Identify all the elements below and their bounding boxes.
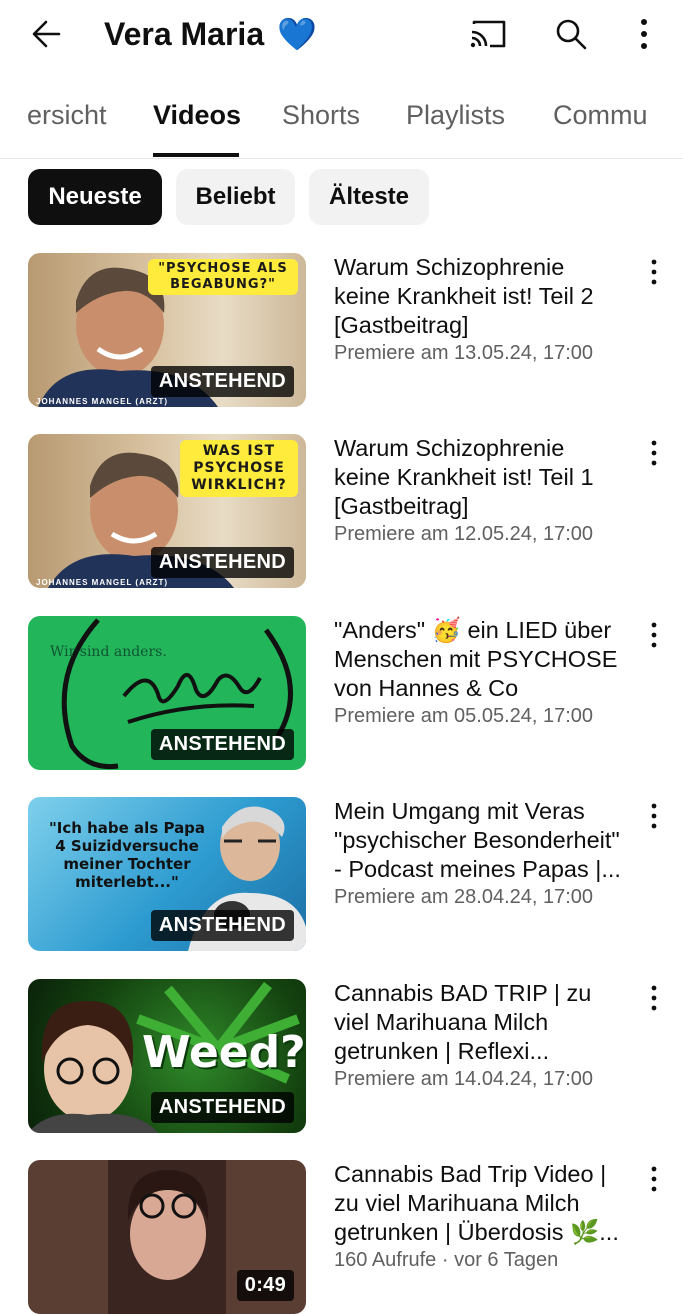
more-vertical-icon[interactable]: [640, 257, 668, 287]
video-meta: Premiere am 28.04.24, 17:00: [334, 886, 594, 908]
video-list-item[interactable]: "Ich habe als Papa 4 Suizidversuche mein…: [0, 797, 683, 953]
more-vertical-icon[interactable]: [640, 1164, 668, 1194]
channel-tabs: ersicht Videos Shorts Playlists Commu: [0, 90, 683, 159]
thumbnail-handwriting-text: Wir sind anders.: [50, 644, 167, 660]
video-thumbnail[interactable]: WAS IST PSYCHOSE WIRKLICH? JOHANNES MANG…: [28, 434, 306, 588]
chip-neueste[interactable]: Neueste: [28, 169, 162, 225]
video-list-item[interactable]: 0:49 Cannabis Bad Trip Video | zu viel M…: [0, 1160, 683, 1314]
search-icon[interactable]: [549, 14, 593, 54]
video-title[interactable]: Warum Schizophrenie keine Krankheit ist!…: [334, 434, 624, 521]
tab-playlists[interactable]: Playlists: [406, 100, 505, 131]
duration-badge: 0:49: [236, 1270, 294, 1301]
thumbnail-caption: JOHANNES MANGEL (ARZT): [36, 397, 169, 406]
more-vertical-icon[interactable]: [640, 438, 668, 468]
channel-name: Vera Maria: [104, 16, 265, 52]
more-vertical-icon[interactable]: [640, 620, 668, 650]
tab-overview[interactable]: ersicht: [27, 100, 107, 131]
video-thumbnail[interactable]: Weed? ANSTEHEND: [28, 979, 306, 1133]
thumbnail-caption: JOHANNES MANGEL (ARZT): [36, 578, 169, 587]
thumbnail-headline: "PSYCHOSE ALS BEGABUNG?": [148, 259, 298, 295]
top-app-bar: Vera Maria 💙: [0, 0, 683, 70]
video-list-item[interactable]: "PSYCHOSE ALS BEGABUNG?" JOHANNES MANGEL…: [0, 253, 683, 409]
video-title[interactable]: Cannabis Bad Trip Video | zu viel Marihu…: [334, 1160, 624, 1247]
video-title[interactable]: Cannabis BAD TRIP | zu viel Marihuana Mi…: [334, 979, 624, 1066]
thumbnail-headline: Weed?: [142, 1027, 306, 1078]
video-meta: Premiere am 05.05.24, 17:00: [334, 705, 594, 727]
active-tab-indicator: [153, 153, 239, 157]
video-meta: Premiere am 12.05.24, 17:00: [334, 523, 594, 545]
cast-icon[interactable]: [466, 14, 510, 54]
video-meta: Premiere am 13.05.24, 17:00: [334, 342, 594, 364]
video-meta: 160 Aufrufe · vor 6 Tagen: [334, 1249, 559, 1271]
thumbnail-quote: "Ich habe als Papa 4 Suizidversuche mein…: [48, 819, 206, 891]
tab-community[interactable]: Commu: [553, 100, 648, 131]
more-vertical-icon[interactable]: [640, 801, 668, 831]
video-title[interactable]: "Anders" 🥳 ein LIED über Menschen mit PS…: [334, 616, 624, 703]
thumbnail-headline: WAS IST PSYCHOSE WIRKLICH?: [180, 440, 298, 497]
chip-beliebt[interactable]: Beliebt: [176, 169, 295, 225]
status-badge: ANSTEHEND: [150, 729, 294, 760]
chip-aelteste[interactable]: Älteste: [309, 169, 429, 225]
tab-videos[interactable]: Videos: [153, 100, 241, 131]
channel-title: Vera Maria 💙: [104, 14, 317, 54]
video-title[interactable]: Mein Umgang mit Veras "psychischer Beson…: [334, 797, 624, 884]
video-thumbnail[interactable]: "PSYCHOSE ALS BEGABUNG?" JOHANNES MANGEL…: [28, 253, 306, 407]
video-list-item[interactable]: Weed? ANSTEHEND Cannabis BAD TRIP | zu v…: [0, 979, 683, 1135]
tab-shorts[interactable]: Shorts: [282, 100, 360, 131]
status-badge: ANSTEHEND: [150, 547, 294, 578]
more-vertical-icon[interactable]: [640, 983, 668, 1013]
video-thumbnail[interactable]: "Ich habe als Papa 4 Suizidversuche mein…: [28, 797, 306, 951]
video-thumbnail[interactable]: Wir sind anders. ANSTEHEND: [28, 616, 306, 770]
back-arrow-icon[interactable]: [26, 14, 72, 54]
video-title[interactable]: Warum Schizophrenie keine Krankheit ist!…: [334, 253, 624, 340]
status-badge: ANSTEHEND: [150, 366, 294, 397]
video-list-item[interactable]: WAS IST PSYCHOSE WIRKLICH? JOHANNES MANG…: [0, 434, 683, 590]
status-badge: ANSTEHEND: [150, 910, 294, 941]
video-thumbnail[interactable]: 0:49: [28, 1160, 306, 1314]
video-meta: Premiere am 14.04.24, 17:00: [334, 1068, 594, 1090]
blue-heart-emoji: 💙: [277, 16, 317, 52]
more-vertical-icon[interactable]: [622, 14, 666, 54]
video-list-item[interactable]: Wir sind anders. ANSTEHEND "Anders" 🥳 ei…: [0, 616, 683, 772]
status-badge: ANSTEHEND: [150, 1092, 294, 1123]
